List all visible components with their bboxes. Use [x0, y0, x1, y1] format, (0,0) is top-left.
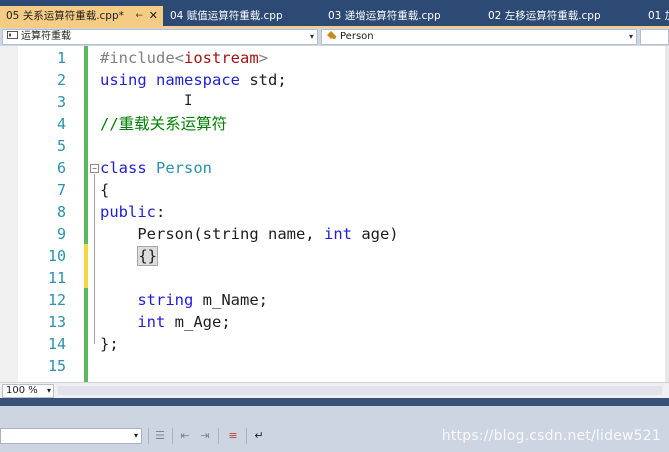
token-keyword: using: [100, 71, 147, 89]
token-keyword: class: [100, 159, 147, 177]
line-number: 6: [56, 159, 66, 177]
token-keyword: int: [323, 225, 352, 243]
watermark-text: https://blog.csdn.net/lidew521: [441, 428, 661, 444]
token-type: string: [137, 291, 194, 309]
line-number: 7: [56, 181, 66, 199]
code-line-2: using namespace std;: [100, 69, 287, 91]
panel-header-body: [0, 406, 669, 422]
token-angle-close: >: [258, 49, 268, 67]
code-editor[interactable]: 1 2 3 4 5 6 7 8 9 10 11 12 13 14 15 − #i…: [0, 46, 669, 382]
document-tab-strip: 05 关系运算符重载.cpp* ← ✕ 04 赋值运算符重载.cpp 03 递增…: [0, 0, 669, 26]
previous-message-icon[interactable]: ⇤: [178, 429, 192, 443]
token-directive: #include: [100, 49, 175, 67]
panel-header: [0, 398, 669, 422]
line-number: 14: [47, 335, 66, 353]
line-number: 15: [47, 357, 66, 375]
text-cursor-icon: I: [184, 93, 193, 109]
member-dropdown[interactable]: Person ▾: [321, 29, 637, 45]
token-keyword: int: [137, 313, 166, 331]
token-params: (string name,: [193, 225, 324, 243]
vertical-scrollbar[interactable]: [665, 46, 669, 382]
chevron-down-icon: ▾: [46, 386, 51, 395]
line-number-gutter: 1 2 3 4 5 6 7 8 9 10 11 12 13 14 15: [18, 46, 68, 382]
code-line-7: {: [100, 181, 110, 199]
token-identifier: m_Name;: [193, 291, 268, 309]
token-type: Person: [156, 159, 213, 177]
tab-increment-operator-overload[interactable]: 03 递增运算符重载.cpp: [322, 6, 482, 26]
toolbar-separator: [172, 428, 173, 444]
token-keyword: public: [100, 203, 156, 221]
collapse-icon[interactable]: −: [90, 164, 99, 173]
token-identifier: std;: [240, 71, 287, 89]
tab-label: 05 关系运算符重载.cpp*: [6, 10, 124, 22]
tab-assignment-operator-overload[interactable]: 04 赋值运算符重载.cpp: [164, 6, 324, 26]
saved-change-marker: [84, 46, 88, 244]
matched-brace-highlight: {}: [137, 246, 158, 266]
selection-margin[interactable]: [0, 46, 18, 382]
line-number: 9: [56, 225, 66, 243]
chevron-down-icon: ▾: [309, 32, 314, 41]
tab-relational-operator-overload[interactable]: 05 关系运算符重载.cpp* ← ✕: [0, 6, 163, 26]
toolbar-separator: [246, 428, 247, 444]
line-number: 3: [56, 93, 66, 111]
token-params: age): [351, 225, 399, 243]
project-icon: [7, 30, 18, 40]
chevron-down-icon: ▾: [133, 431, 138, 440]
unsaved-change-marker: [84, 244, 88, 288]
line-number: 11: [47, 269, 66, 287]
clear-all-icon[interactable]: ≡: [226, 429, 240, 443]
editor-status-strip: 100 % ▾: [0, 382, 669, 398]
tab-leftshift-operator-overload[interactable]: 02 左移运算符重载.cpp: [482, 6, 642, 26]
tab-label: 03 递增运算符重载.cpp: [328, 10, 441, 22]
output-toolbar: ▾ ☰ ⇤ ⇥ ≡ ↵ https://blog.csdn.net/lidew5…: [0, 422, 669, 452]
code-line-1: #include<iostream>: [100, 47, 268, 69]
code-line-12: string m_Name;: [100, 289, 268, 311]
token-header-name: iostream: [184, 49, 259, 67]
horizontal-scrollbar[interactable]: [58, 386, 662, 395]
toolbar-separator: [218, 428, 219, 444]
line-number: 13: [47, 313, 66, 331]
line-number: 1: [56, 49, 66, 67]
toolbar-separator: [148, 428, 149, 444]
code-line-4: //重载关系运算符: [100, 115, 228, 133]
member-label: Person: [340, 31, 374, 42]
navigation-bar: 运算符重载 ▾ Person ▾: [0, 28, 669, 46]
zoom-dropdown[interactable]: 100 % ▾: [2, 384, 54, 398]
tab-label: 02 左移运算符重载.cpp: [488, 10, 601, 22]
line-number: 12: [47, 291, 66, 309]
line-number: 5: [56, 137, 66, 155]
find-message-icon[interactable]: ☰: [153, 429, 167, 443]
token-keyword: namespace: [156, 71, 241, 89]
line-number: 4: [56, 115, 66, 133]
word-wrap-icon[interactable]: ↵: [252, 429, 266, 443]
token-punct: :: [156, 203, 166, 221]
code-line-8: public:: [100, 201, 165, 223]
tab-addition-operator-overload[interactable]: 01 加: [642, 6, 669, 26]
chevron-down-icon: ▾: [628, 32, 633, 41]
code-line-10: {}: [100, 245, 158, 267]
scope-label: 运算符重载: [21, 31, 71, 42]
line-number: 8: [56, 203, 66, 221]
function-dropdown[interactable]: [640, 29, 669, 45]
token-angle-open: <: [174, 49, 184, 67]
output-source-dropdown[interactable]: ▾: [0, 428, 142, 444]
tab-label: 01 加: [648, 10, 669, 22]
code-line-14: };: [100, 335, 119, 353]
close-icon[interactable]: ✕: [149, 6, 158, 26]
tab-label: 04 赋值运算符重载.cpp: [170, 10, 283, 22]
code-line-6: class Person: [100, 157, 212, 179]
project-scope-dropdown[interactable]: 运算符重载 ▾: [2, 29, 318, 45]
line-number: 10: [47, 247, 66, 265]
token-identifier: m_Age;: [165, 313, 231, 331]
saved-change-marker: [84, 288, 88, 382]
outline-guide: [94, 174, 95, 344]
pin-icon[interactable]: ←: [135, 6, 143, 26]
token-identifier: Person: [137, 225, 194, 243]
code-line-9: Person(string name, int age): [100, 223, 399, 245]
code-line-13: int m_Age;: [100, 311, 231, 333]
class-icon: [326, 30, 337, 40]
next-message-icon[interactable]: ⇥: [198, 429, 212, 443]
line-number: 2: [56, 71, 66, 89]
zoom-label: 100 %: [6, 385, 38, 396]
